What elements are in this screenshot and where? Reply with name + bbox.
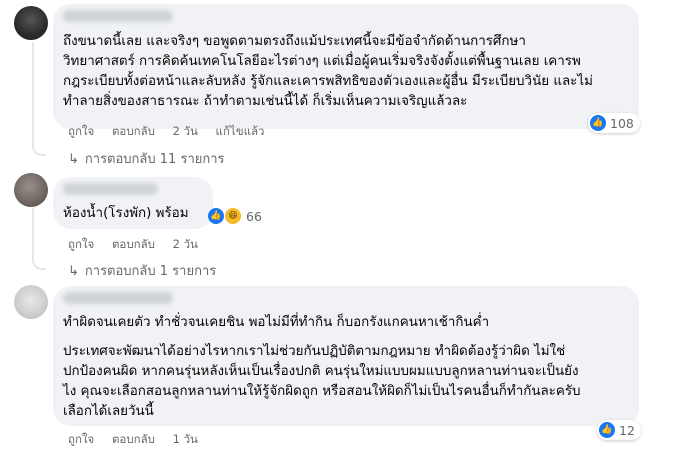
replies-label: การตอบกลับ 11 รายการ <box>84 152 225 167</box>
reaction-count: 12 <box>619 422 635 438</box>
haha-icon: 😆 <box>224 207 242 225</box>
reply-arrow-icon: ↳ <box>68 264 79 279</box>
comment-text: ทำผิดจนเคยตัว ทำชั่วจนเคยชิน พอไม่มีที่ท… <box>63 315 490 330</box>
commenter-name[interactable] <box>63 10 173 22</box>
thread-line <box>32 208 46 270</box>
comment-actions: ถูกใจ ตอบกลับ 2 วัน <box>68 236 212 254</box>
view-replies-button[interactable]: ↳ การตอบกลับ 1 รายการ <box>68 260 216 281</box>
comment-text: ห้องน้ำ(โรงพัก) พร้อม <box>63 206 189 221</box>
timestamp[interactable]: 2 วัน <box>173 237 198 251</box>
reaction-count: 66 <box>246 208 262 224</box>
edited-label: แก้ไขแล้ว <box>215 124 265 138</box>
like-button[interactable]: ถูกใจ <box>68 432 94 446</box>
view-replies-button[interactable]: ↳ การตอบกลับ 11 รายการ <box>68 148 225 169</box>
timestamp[interactable]: 1 วัน <box>173 432 198 446</box>
like-icon: 👍 <box>599 422 615 438</box>
thread-line <box>32 42 46 156</box>
reply-button[interactable]: ตอบกลับ <box>112 432 155 446</box>
reaction-count: 108 <box>610 115 634 131</box>
comment-bubble: ทำผิดจนเคยตัว ทำชั่วจนเคยชิน พอไม่มีที่ท… <box>53 286 639 426</box>
avatar[interactable] <box>14 173 48 207</box>
comment-actions: ถูกใจ ตอบกลับ 2 วัน แก้ไขแล้ว <box>68 123 278 141</box>
like-button[interactable]: ถูกใจ <box>68 124 94 138</box>
like-button[interactable]: ถูกใจ <box>68 237 94 251</box>
avatar[interactable] <box>14 285 48 319</box>
commenter-name[interactable] <box>63 292 173 304</box>
reply-arrow-icon: ↳ <box>68 152 79 167</box>
comment-bubble: ห้องน้ำ(โรงพัก) พร้อม <box>53 177 213 229</box>
comment-bubble: ถึงขนาดนี้เลย และจริงๆ ขอพูดตามตรงถึงแม้… <box>53 4 639 129</box>
reply-button[interactable]: ตอบกลับ <box>112 237 155 251</box>
reply-button[interactable]: ตอบกลับ <box>112 124 155 138</box>
like-icon: 👍 <box>208 208 224 224</box>
comment-text: ถึงขนาดนี้เลย และจริงๆ ขอพูดตามตรงถึงแม้… <box>63 34 593 109</box>
reaction-summary[interactable]: 👍 12 <box>597 420 641 440</box>
comment-actions: ถูกใจ ตอบกลับ 1 วัน <box>68 431 212 449</box>
avatar[interactable] <box>14 6 48 40</box>
like-icon: 👍 <box>590 115 606 131</box>
commenter-name[interactable] <box>63 183 158 195</box>
reaction-summary[interactable]: 👍 😆 66 <box>208 207 262 225</box>
timestamp[interactable]: 2 วัน <box>173 124 198 138</box>
replies-label: การตอบกลับ 1 รายการ <box>84 264 217 279</box>
comment-text: ประเทศจะพัฒนาได้อย่างไรหากเราไม่ช่วยกันป… <box>63 344 581 419</box>
reaction-summary[interactable]: 👍 108 <box>588 113 640 133</box>
